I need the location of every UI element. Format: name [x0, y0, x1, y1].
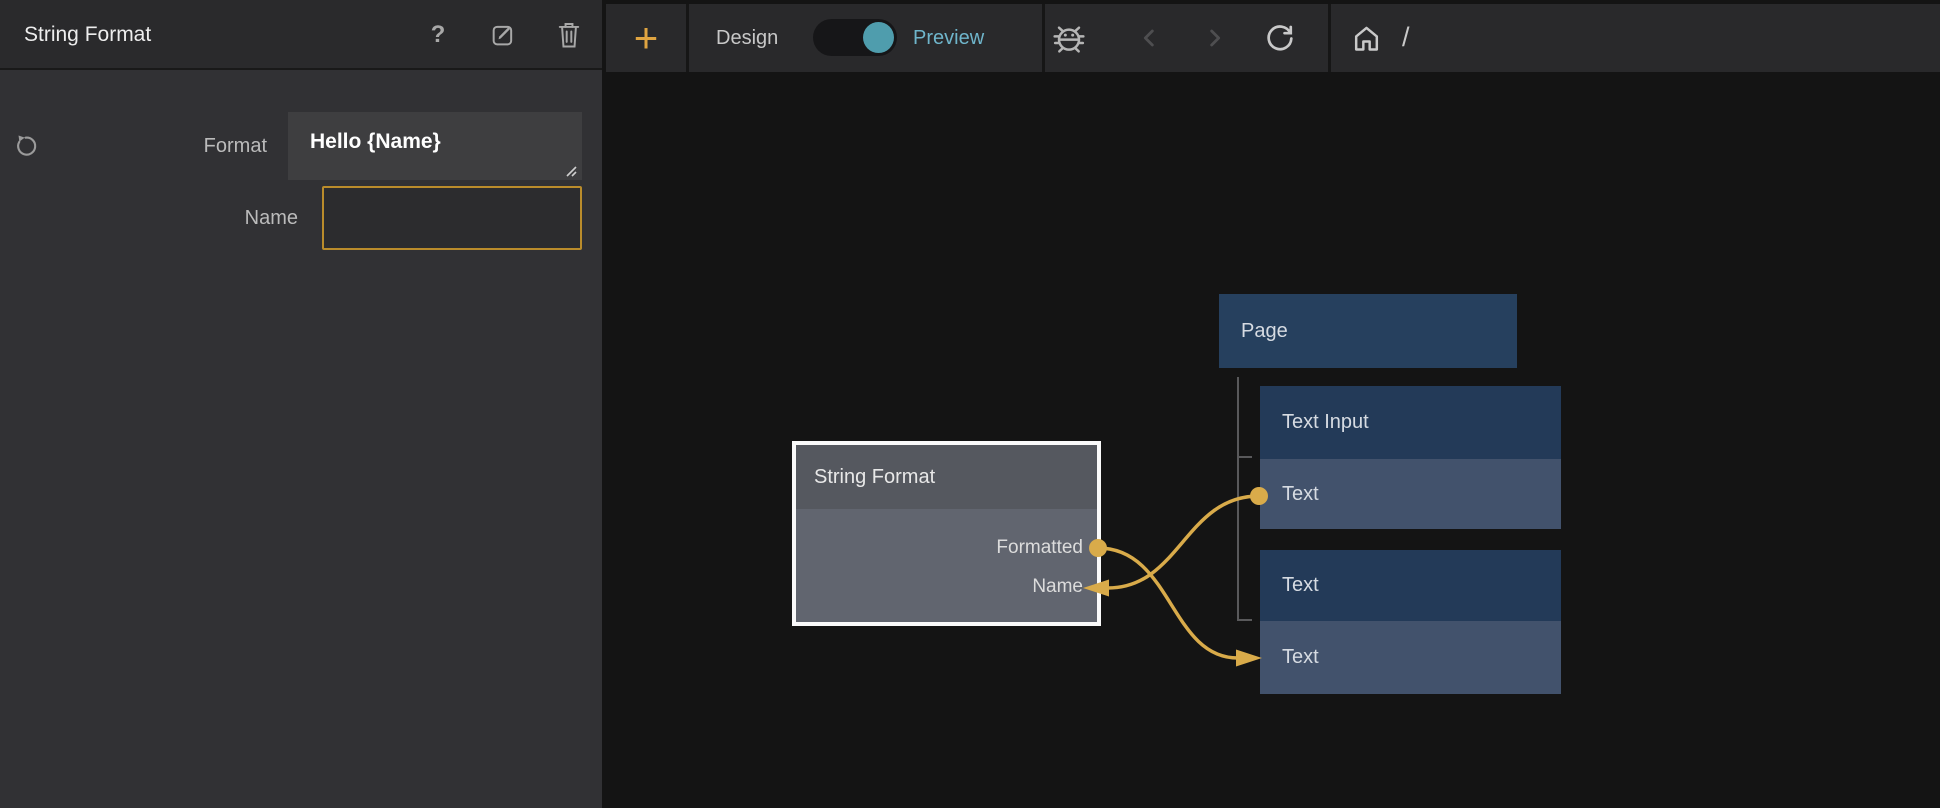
textarea-resize-handle[interactable] [564, 164, 577, 177]
forward-icon[interactable] [1194, 4, 1234, 72]
toolbar-divider [1042, 4, 1045, 72]
node-string-format[interactable]: String Format Formatted Name [792, 441, 1101, 626]
bug-icon[interactable] [1046, 4, 1092, 72]
back-icon[interactable] [1130, 4, 1170, 72]
design-preview-toggle[interactable] [813, 19, 897, 56]
name-label: Name [150, 207, 298, 230]
reset-icon[interactable] [10, 129, 42, 161]
node-page[interactable]: Page [1219, 294, 1517, 368]
node-text-port-text[interactable]: Text [1260, 621, 1561, 694]
node-text-input-title: Text Input [1260, 386, 1561, 459]
breadcrumb[interactable]: / [1402, 22, 1410, 53]
format-value-field[interactable]: Hello {Name} [288, 112, 582, 180]
toolbar-divider [1328, 4, 1331, 72]
trash-icon[interactable] [554, 14, 584, 56]
port-formatted-output[interactable]: Formatted [996, 537, 1083, 559]
node-text[interactable]: Text Text [1260, 550, 1561, 694]
design-mode-label[interactable]: Design [716, 27, 778, 50]
format-label: Format [100, 135, 267, 158]
node-text-title: Text [1260, 550, 1561, 621]
edit-icon[interactable] [487, 15, 519, 55]
toggle-knob [863, 22, 894, 53]
top-toolbar: + Design Preview / [606, 4, 1940, 72]
help-icon[interactable]: ? [422, 14, 454, 56]
plus-icon: + [634, 14, 659, 62]
name-value-field[interactable] [322, 186, 582, 250]
toolbar-divider [686, 4, 689, 72]
refresh-icon[interactable] [1258, 4, 1302, 72]
node-text-input-port-text[interactable]: Text [1260, 459, 1561, 529]
node-page-title: Page [1219, 294, 1517, 368]
node-string-format-title: String Format [796, 445, 1097, 509]
preview-mode-label[interactable]: Preview [913, 27, 984, 50]
property-panel: String Format ? Format Hello {Name} Name [0, 0, 602, 808]
home-icon[interactable] [1344, 4, 1388, 72]
port-name-input[interactable]: Name [1032, 576, 1083, 598]
panel-title: String Format [24, 0, 151, 70]
property-panel-header: String Format ? [0, 0, 602, 70]
add-node-button[interactable]: + [606, 4, 686, 72]
node-text-input[interactable]: Text Input Text [1260, 386, 1561, 529]
